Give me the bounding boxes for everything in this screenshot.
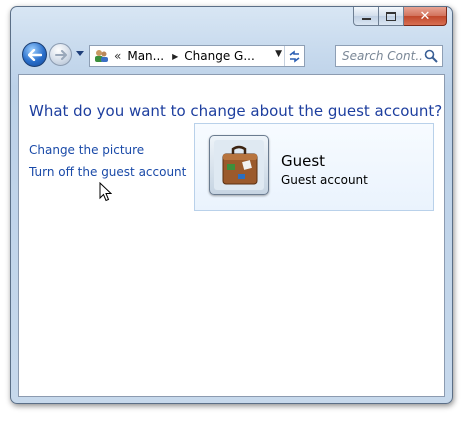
- account-type: Guest account: [281, 173, 368, 187]
- breadcrumb-separator[interactable]: ▶: [172, 52, 178, 61]
- navigation-bar: « Man... ▶ Change G... ▼ Search Cont...: [11, 41, 452, 71]
- search-input[interactable]: Search Cont...: [342, 49, 423, 63]
- search-icon[interactable]: [423, 48, 439, 64]
- account-name: Guest: [281, 152, 326, 170]
- user-accounts-icon: [95, 50, 108, 62]
- breadcrumb-change-guest[interactable]: Change G...: [184, 49, 255, 63]
- back-arrow-icon: [27, 48, 42, 61]
- page-title: What do you want to change about the gue…: [29, 102, 443, 120]
- refresh-button[interactable]: [284, 46, 304, 66]
- suitcase-icon: [214, 140, 264, 190]
- window-controls: ✕: [353, 7, 447, 26]
- recent-pages-button[interactable]: [75, 47, 85, 61]
- forward-arrow-icon: [54, 49, 67, 60]
- maximize-button[interactable]: [379, 7, 404, 26]
- app-window: ✕ « Man... ▶ Change G... ▼ Search Cont..…: [10, 6, 453, 404]
- minimize-icon: [361, 18, 371, 20]
- address-dropdown-icon[interactable]: ▼: [275, 49, 282, 59]
- minimize-button[interactable]: [353, 7, 379, 26]
- mouse-cursor-icon: [99, 182, 112, 202]
- change-picture-link[interactable]: Change the picture: [29, 143, 144, 157]
- turn-off-guest-link[interactable]: Turn off the guest account: [29, 165, 186, 179]
- back-button[interactable]: [22, 42, 47, 67]
- chevron-down-icon: [76, 51, 84, 56]
- close-button[interactable]: ✕: [404, 7, 447, 26]
- close-icon: ✕: [419, 8, 431, 24]
- search-box[interactable]: Search Cont...: [335, 45, 443, 67]
- address-bar[interactable]: « Man... ▶ Change G... ▼: [89, 45, 305, 67]
- avatar: [209, 135, 269, 195]
- content-pane: What do you want to change about the gue…: [18, 74, 445, 397]
- maximize-icon: [386, 11, 396, 21]
- breadcrumb-manage-accounts[interactable]: Man...: [127, 49, 164, 63]
- breadcrumb-overflow[interactable]: «: [114, 49, 121, 63]
- refresh-icon: [289, 49, 300, 63]
- account-card: Guest Guest account: [194, 123, 434, 211]
- forward-button[interactable]: [49, 43, 72, 66]
